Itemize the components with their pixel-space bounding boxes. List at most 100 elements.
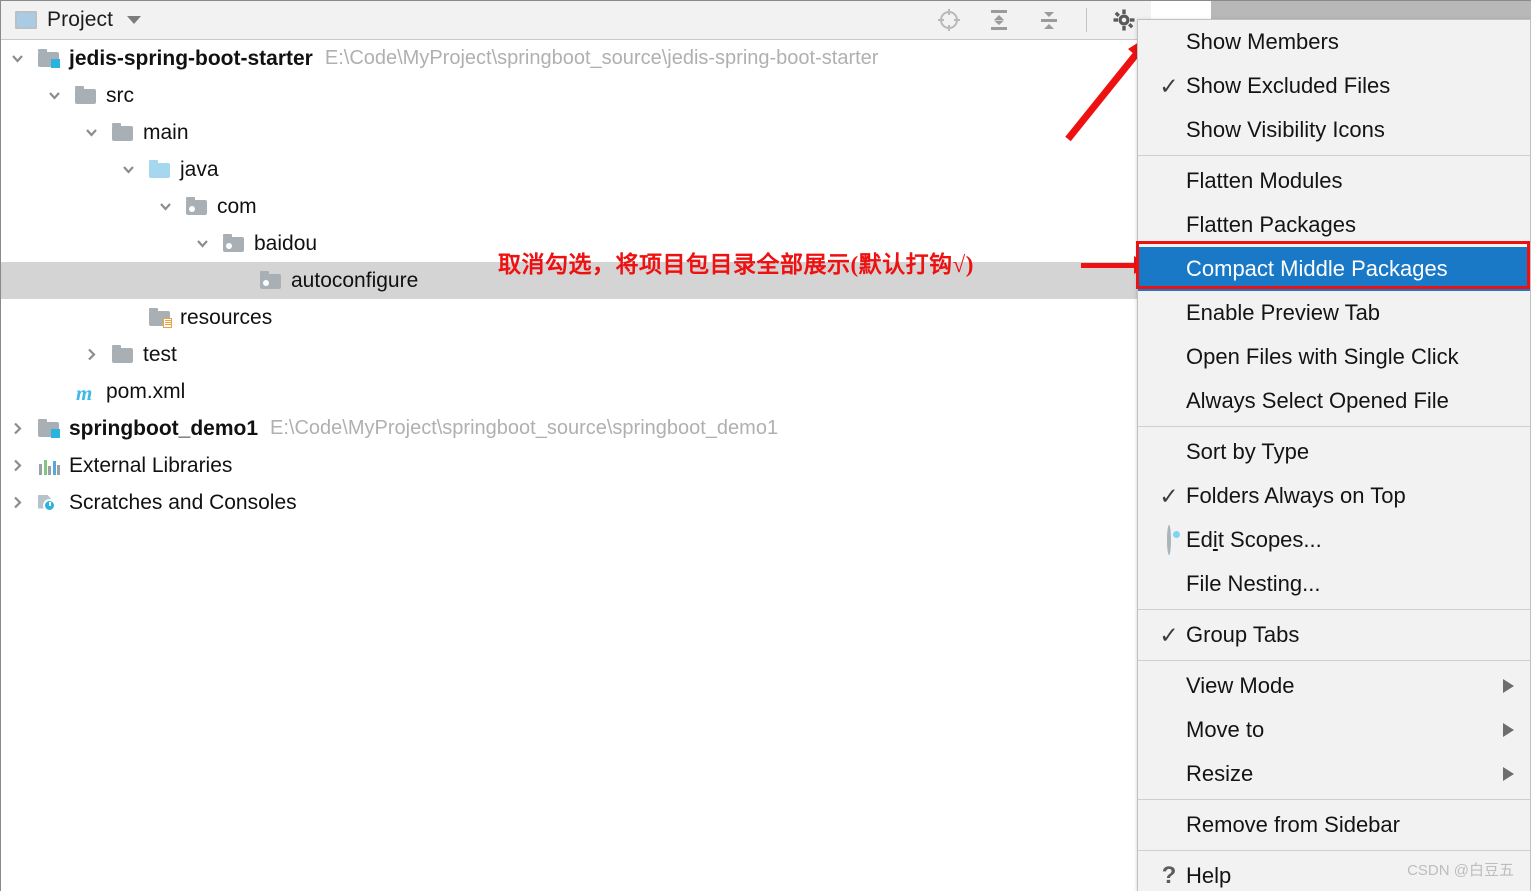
tree-node-path: E:\Code\MyProject\springboot_source\jedi… [324,47,879,69]
tree-row[interactable]: test [1,336,1151,373]
tree-row[interactable]: Scratches and Consoles [1,484,1151,521]
annotation-text: 取消勾选，将项目包目录全部展示(默认打钩√) [498,252,974,277]
check-icon: ✓ [1159,72,1179,99]
check-icon: ✓ [1159,482,1179,509]
menu-item-compact-middle-packages[interactable]: Compact Middle Packages [1138,247,1530,291]
menu-item-label: Show Excluded Files [1186,73,1391,98]
chevron-down-icon[interactable] [9,50,26,67]
project-panel-icon [15,11,37,29]
tree-row[interactable]: main [1,114,1151,151]
menu-separator [1138,155,1530,156]
submenu-arrow-icon [1503,767,1514,781]
watermark: CSDN @白豆五 [1407,862,1514,879]
menu-item-label: Help [1186,863,1232,888]
project-options-context-menu[interactable]: Show Members ✓ Show Excluded Files Show Vis… [1137,19,1531,891]
ide-project-panel: Project jedis-spring-boot-starter E:\Cod… [0,0,1531,891]
folder-icon [75,85,97,106]
chevron-down-icon[interactable] [157,198,174,215]
panel-title: Project [47,8,114,31]
menu-item-show-members[interactable]: Show Members [1138,20,1530,64]
menu-item-label: Folders Always on Top [1186,483,1406,508]
tree-node-path: E:\Code\MyProject\springboot_source\spri… [270,417,779,439]
menu-item-flatten-modules[interactable]: Flatten Modules [1138,159,1530,203]
chevron-down-icon[interactable] [46,87,63,104]
tree-node-label: src [106,83,134,107]
tree-row[interactable]: src [1,77,1151,114]
menu-item-sort-by-type[interactable]: Sort by Type [1138,430,1530,474]
menu-item-open-files-with-single-click[interactable]: Open Files with Single Click [1138,335,1530,379]
help-icon: ? [1161,862,1177,889]
tree-node-label: pom.xml [106,379,186,403]
package-folder-icon [186,196,208,217]
chevron-down-icon[interactable] [83,124,100,141]
tree-row[interactable]: java [1,151,1151,188]
menu-item-flatten-packages[interactable]: Flatten Packages [1138,203,1530,247]
menu-item-folders-always-on-top[interactable]: ✓ Folders Always on Top [1138,474,1530,518]
menu-item-label: Edit Scopes... [1186,527,1322,552]
chevron-right-icon[interactable] [9,494,26,511]
locate-file-icon[interactable] [936,7,962,33]
tree-node-label: resources [180,305,273,329]
menu-separator [1138,850,1530,851]
menu-item-label: Open Files with Single Click [1186,344,1459,369]
tree-row[interactable]: com [1,188,1151,225]
menu-item-label: File Nesting... [1186,571,1321,596]
menu-separator [1138,799,1530,800]
top-gray-strip [1211,1,1531,19]
check-icon: ✓ [1159,621,1179,648]
tree-node-label: com [217,194,257,218]
module-folder-icon [38,48,60,69]
menu-item-resize[interactable]: Resize [1138,752,1530,796]
menu-separator [1138,426,1530,427]
module-folder-icon [38,418,60,439]
project-tree[interactable]: jedis-spring-boot-starter E:\Code\MyProje… [1,40,1151,891]
tree-node-label: autoconfigure [291,268,419,292]
tree-node-label: main [143,120,189,144]
tree-row[interactable]: resources [1,299,1151,336]
menu-item-label: Flatten Modules [1186,168,1343,193]
menu-item-view-mode[interactable]: View Mode [1138,664,1530,708]
chevron-right-icon[interactable] [83,346,100,363]
scratches-icon [38,493,60,513]
expand-all-icon[interactable] [986,7,1012,33]
tree-row[interactable]: m pom.xml [1,373,1151,410]
project-toolbar-left: Project [1,8,142,32]
chevron-down-icon[interactable] [194,235,211,252]
menu-item-label: View Mode [1186,673,1295,698]
menu-item-group-tabs[interactable]: ✓ Group Tabs [1138,613,1530,657]
project-toolbar-right [936,7,1151,33]
menu-item-always-select-opened-file[interactable]: Always Select Opened File [1138,379,1530,423]
gear-icon[interactable] [1111,7,1137,33]
tree-node-label: test [143,342,177,366]
collapse-all-icon[interactable] [1036,7,1062,33]
menu-item-remove-from-sidebar[interactable]: Remove from Sidebar [1138,803,1530,847]
menu-item-label: Resize [1186,761,1254,786]
tree-row[interactable]: springboot_demo1 E:\Code\MyProject\spring… [1,410,1151,447]
toolbar-divider [1086,8,1087,32]
menu-item-label: Flatten Packages [1186,212,1356,237]
menu-item-enable-preview-tab[interactable]: Enable Preview Tab [1138,291,1530,335]
chevron-right-icon[interactable] [9,420,26,437]
package-folder-icon [260,270,282,291]
chevron-down-icon[interactable] [127,16,142,24]
chevron-down-icon[interactable] [120,161,137,178]
tree-row[interactable]: jedis-spring-boot-starter E:\Code\MyProje… [1,40,1151,77]
menu-item-move-to[interactable]: Move to [1138,708,1530,752]
tree-node-label: java [180,157,219,181]
menu-item-label: Always Select Opened File [1186,388,1449,413]
menu-separator [1138,660,1530,661]
menu-item-label: Sort by Type [1186,439,1310,464]
menu-item-show-excluded-files[interactable]: ✓ Show Excluded Files [1138,64,1530,108]
menu-item-label: Enable Preview Tab [1186,300,1381,325]
menu-item-show-visibility-icons[interactable]: Show Visibility Icons [1138,108,1530,152]
menu-item-label: Remove from Sidebar [1186,812,1400,837]
source-root-folder-icon [149,159,171,180]
tree-row[interactable]: External Libraries [1,447,1151,484]
menu-item-file-nesting[interactable]: File Nesting... [1138,562,1530,606]
radio-icon [1152,524,1186,555]
menu-separator [1138,609,1530,610]
tree-node-label: External Libraries [69,453,233,477]
menu-item-edit-scopes[interactable]: Edit Scopes... [1138,518,1530,562]
chevron-right-icon[interactable] [9,457,26,474]
tree-node-label: springboot_demo1 [69,416,259,440]
